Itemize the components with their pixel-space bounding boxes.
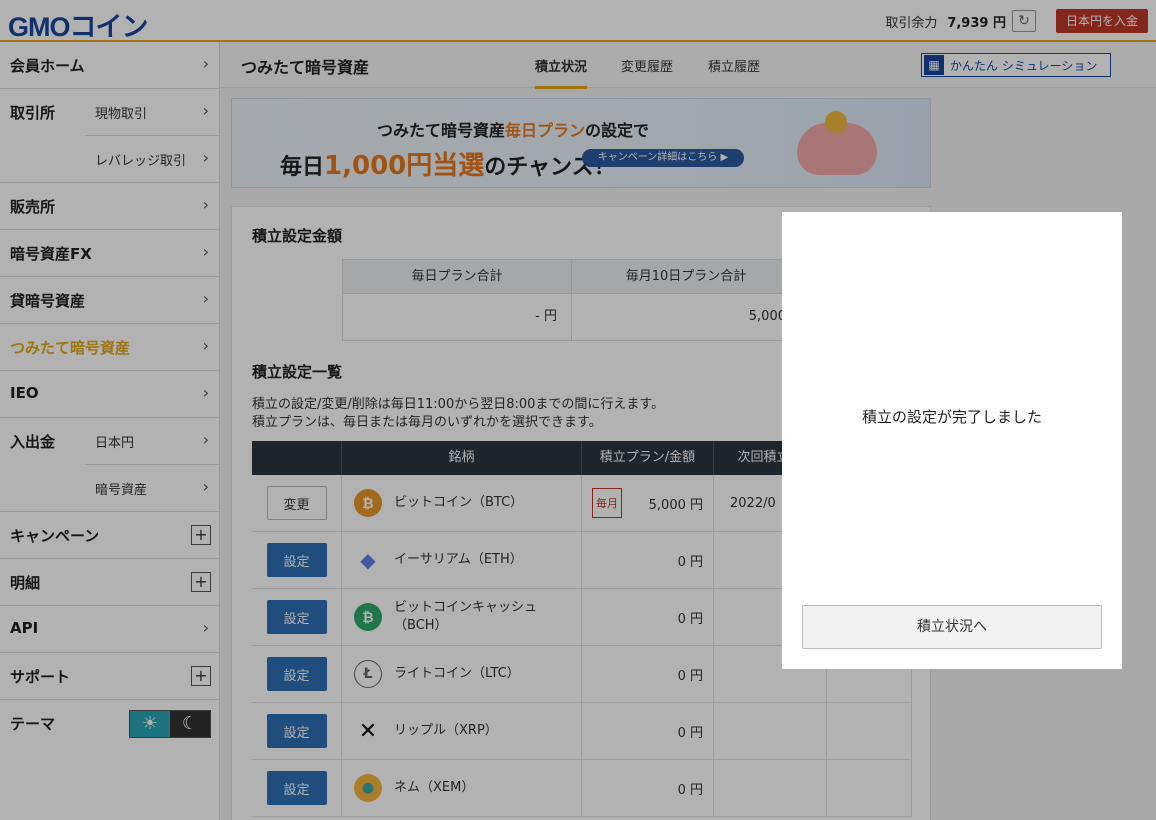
- completion-modal: 積立の設定が完了しました 積立状況へ: [782, 212, 1122, 669]
- go-to-status-button[interactable]: 積立状況へ: [802, 605, 1102, 649]
- completion-message: 積立の設定が完了しました: [861, 408, 1042, 426]
